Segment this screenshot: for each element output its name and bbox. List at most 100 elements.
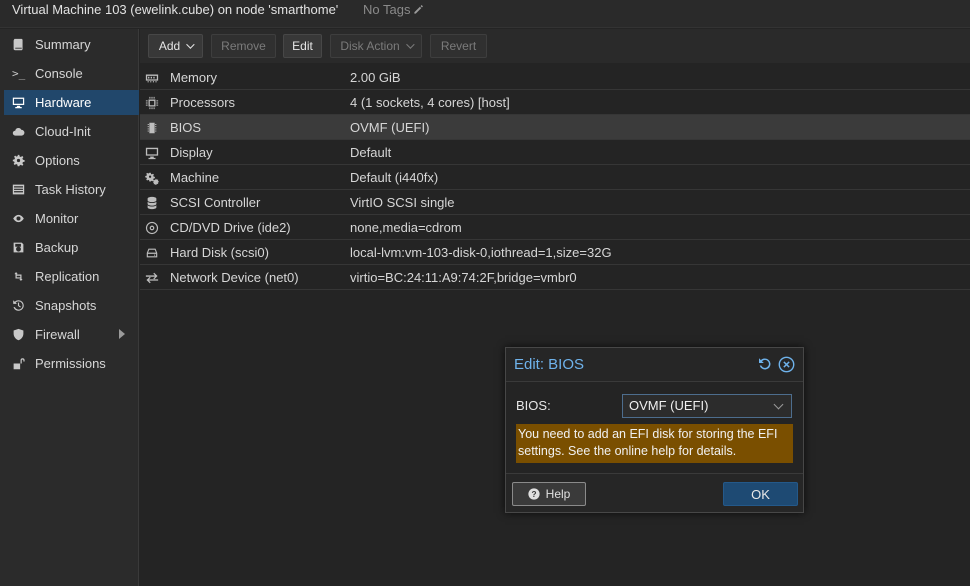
- hardware-name: Processors: [170, 94, 236, 110]
- sidebar-item-replication[interactable]: Replication: [4, 264, 139, 289]
- hardware-value: 4 (1 sockets, 4 cores) [host]: [350, 94, 510, 110]
- hardware-row-machine[interactable]: Machine Default (i440fx): [140, 165, 970, 190]
- help-button[interactable]: ? Help: [512, 482, 586, 506]
- hardware-name: BIOS: [170, 119, 202, 135]
- desktop-icon: [12, 96, 30, 110]
- exchange-icon: [144, 270, 160, 285]
- cdrom-icon: [144, 220, 160, 235]
- disk-action-button-label: Disk Action: [340, 39, 400, 53]
- cogs-icon: [144, 170, 160, 185]
- memory-icon: [144, 70, 160, 85]
- unlock-icon: [12, 357, 30, 371]
- pencil-icon[interactable]: [413, 4, 424, 15]
- title-bar: Virtual Machine 103 (ewelink.cube) on no…: [0, 0, 970, 28]
- hardware-row-scsi-controller[interactable]: SCSI Controller VirtIO SCSI single: [140, 190, 970, 215]
- hardware-value: 2.00 GiB: [350, 69, 401, 85]
- edit-button-label: Edit: [292, 39, 313, 53]
- sidebar-item-firewall[interactable]: Firewall: [4, 322, 139, 347]
- hardware-row-bios[interactable]: BIOS OVMF (UEFI): [140, 115, 970, 140]
- sidebar-item-task-history[interactable]: Task History: [4, 177, 139, 202]
- hardware-row-display[interactable]: Display Default: [140, 140, 970, 165]
- sidebar-item-label: Task History: [35, 182, 106, 197]
- sidebar: Summary >_ Console Hardware Cloud-Init O…: [0, 29, 139, 586]
- sidebar-item-label: Permissions: [35, 356, 106, 371]
- sidebar-item-monitor[interactable]: Monitor: [4, 206, 139, 231]
- hardware-value: none,media=cdrom: [350, 219, 462, 235]
- sidebar-item-label: Summary: [35, 37, 91, 52]
- tags-label: No Tags: [363, 2, 411, 17]
- hardware-row-cdrom[interactable]: CD/DVD Drive (ide2) none,media=cdrom: [140, 215, 970, 240]
- hdd-icon: [144, 245, 160, 260]
- hardware-name: Hard Disk (scsi0): [170, 244, 269, 260]
- hardware-name: Machine: [170, 169, 220, 185]
- hardware-row-processors[interactable]: Processors 4 (1 sockets, 4 cores) [host]: [140, 90, 970, 115]
- help-button-label: Help: [545, 487, 571, 501]
- dialog-header: Edit: BIOS: [506, 348, 803, 381]
- hardware-name: CD/DVD Drive (ide2): [170, 219, 291, 235]
- sidebar-item-label: Backup: [35, 240, 79, 255]
- chevron-down-icon[interactable]: [773, 399, 784, 410]
- sidebar-item-snapshots[interactable]: Snapshots: [4, 293, 139, 318]
- bios-select[interactable]: OVMF (UEFI): [622, 394, 792, 418]
- remove-button[interactable]: Remove: [211, 34, 276, 58]
- sidebar-item-label: Cloud-Init: [35, 124, 91, 139]
- microchip-icon: [144, 120, 160, 135]
- cpu-icon: [144, 95, 160, 110]
- history-icon: [12, 299, 30, 313]
- reset-icon[interactable]: [757, 356, 773, 372]
- hardware-value: OVMF (UEFI): [350, 119, 430, 135]
- shield-icon: [12, 328, 30, 342]
- sidebar-item-hardware[interactable]: Hardware: [4, 90, 139, 115]
- sidebar-item-label: Replication: [35, 269, 100, 284]
- hardware-name: Memory: [170, 69, 217, 85]
- bios-select-value: OVMF (UEFI): [629, 398, 709, 413]
- sidebar-item-label: Snapshots: [35, 298, 97, 313]
- vm-title: Virtual Machine 103 (ewelink.cube) on no…: [12, 2, 339, 17]
- chevron-right-icon[interactable]: [119, 329, 125, 339]
- hardware-value: Default: [350, 144, 392, 160]
- revert-button-label: Revert: [440, 39, 477, 53]
- sidebar-item-label: Console: [35, 66, 83, 81]
- terminal-icon: >_: [12, 67, 26, 80]
- dialog-title: Edit: BIOS: [514, 356, 585, 373]
- bios-field-label: BIOS:: [516, 398, 551, 413]
- hardware-value: Default (i440fx): [350, 169, 439, 185]
- tags-editor[interactable]: No Tags: [363, 2, 424, 17]
- sidebar-item-options[interactable]: Options: [4, 148, 139, 173]
- chevron-down-icon: [186, 40, 195, 49]
- question-circle-icon: ?: [528, 488, 540, 500]
- chevron-down-icon: [405, 40, 415, 49]
- svg-text:?: ?: [531, 490, 536, 499]
- hardware-row-memory[interactable]: Memory 2.00 GiB: [140, 65, 970, 90]
- hardware-row-hard-disk[interactable]: Hard Disk (scsi0) local-lvm:vm-103-disk-…: [140, 240, 970, 265]
- hardware-row-network-device[interactable]: Network Device (net0) virtio=BC:24:11:A9…: [140, 265, 970, 290]
- revert-button[interactable]: Revert: [430, 34, 487, 58]
- cloud-icon: [12, 125, 30, 139]
- eye-icon: [12, 212, 30, 226]
- sidebar-item-backup[interactable]: Backup: [4, 235, 139, 260]
- monitor-icon: [144, 145, 160, 160]
- sidebar-item-permissions[interactable]: Permissions: [4, 351, 139, 376]
- book-icon: [12, 38, 30, 52]
- dialog-body: BIOS: OVMF (UEFI) You need to add an EFI…: [506, 381, 803, 474]
- close-icon[interactable]: [778, 356, 795, 373]
- add-button-label: Add: [158, 39, 181, 53]
- ok-button[interactable]: OK: [723, 482, 798, 506]
- ok-button-label: OK: [751, 486, 770, 502]
- sidebar-item-label: Options: [35, 153, 80, 168]
- edit-button[interactable]: Edit: [283, 34, 322, 58]
- hardware-name: Network Device (net0): [170, 269, 299, 285]
- add-button[interactable]: Add: [148, 34, 203, 58]
- hardware-value: local-lvm:vm-103-disk-0,iothread=1,size=…: [350, 244, 612, 260]
- gear-icon: [12, 154, 30, 168]
- sidebar-item-label: Firewall: [35, 327, 80, 342]
- sidebar-item-console[interactable]: >_ Console: [4, 61, 139, 86]
- efi-warning-message: You need to add an EFI disk for storing …: [516, 424, 793, 463]
- retweet-icon: [12, 270, 30, 284]
- disk-action-button[interactable]: Disk Action: [330, 34, 422, 58]
- sidebar-item-cloud-init[interactable]: Cloud-Init: [4, 119, 139, 144]
- sidebar-item-summary[interactable]: Summary: [4, 32, 139, 57]
- list-icon: [12, 183, 30, 197]
- sidebar-item-label: Hardware: [35, 95, 92, 110]
- hardware-value: VirtIO SCSI single: [350, 194, 455, 210]
